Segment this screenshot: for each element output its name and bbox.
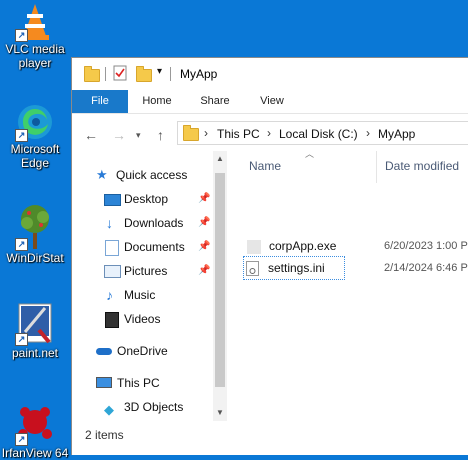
tab-share[interactable]: Share <box>190 90 240 113</box>
nav-documents[interactable]: Documents 📌 <box>104 236 214 258</box>
address-row: ← → ▾ ↑ › This PC › Local Disk (C:) › My… <box>72 114 468 152</box>
pin-icon: 📌 <box>198 193 211 204</box>
nav-music[interactable]: ♪ Music <box>104 284 214 306</box>
nav-videos[interactable]: Videos <box>104 308 214 330</box>
nav-onedrive[interactable]: OneDrive <box>96 340 216 362</box>
divider <box>105 67 106 81</box>
desktop-icon-edge[interactable]: ↗ Microsoft Edge <box>0 102 70 170</box>
column-name[interactable]: Name <box>249 159 281 173</box>
desktop-icon-paint[interactable]: ↗ paint.net <box>0 300 70 360</box>
window-title: MyApp <box>180 67 218 81</box>
list-header: ︿ Name Date modified <box>232 149 468 183</box>
chevron-right-icon: › <box>267 126 271 140</box>
nav-3d-objects[interactable]: ◆ 3D Objects <box>104 396 214 418</box>
tree-icon: ↗ <box>15 203 55 251</box>
new-folder-icon[interactable] <box>136 66 152 82</box>
column-date-modified[interactable]: Date modified <box>385 159 459 173</box>
desktop-icon-irfanview[interactable]: ↗ IrfanView 64 <box>0 400 70 460</box>
pin-icon: 📌 <box>198 241 211 252</box>
desktop-icon-vlc[interactable]: ↗ VLC media player <box>0 2 70 70</box>
navigation-pane: ★ Quick access Desktop 📌 ↓ Downloads 📌 D… <box>72 151 230 431</box>
up-arrow-icon[interactable]: ↑ <box>157 127 164 143</box>
column-divider[interactable] <box>376 151 377 183</box>
vlc-cone-icon: ↗ <box>15 2 55 42</box>
address-bar[interactable]: › This PC › Local Disk (C:) › MyApp <box>177 121 468 145</box>
back-arrow-icon[interactable]: ← <box>84 127 98 143</box>
desktop-icon-label: VLC media <box>5 42 65 56</box>
properties-icon[interactable] <box>113 65 127 84</box>
desktop-icon-label: paint.net <box>11 346 59 360</box>
ribbon: File Home Share View <box>72 90 468 114</box>
computer-icon <box>96 377 112 388</box>
explorer-window: ▾ MyApp File Home Share View ← → ▾ ↑ › T… <box>71 57 468 455</box>
file-row-corpapp[interactable]: corpApp.exe 6/20/2023 1:00 P <box>245 235 468 257</box>
chevron-right-icon: › <box>204 126 208 140</box>
desktop-icon-windirstat[interactable]: ↗ WinDirStat <box>0 203 70 265</box>
scroll-down-icon[interactable]: ▼ <box>216 408 224 417</box>
desktop-icon-label: Microsoft <box>10 142 60 156</box>
desktop-icon-label: IrfanView 64 <box>1 446 69 460</box>
download-arrow-icon: ↓ <box>106 215 113 231</box>
folder-icon <box>183 125 199 141</box>
shortcut-arrow-icon: ↗ <box>15 433 28 446</box>
recent-locations-chevron-icon[interactable]: ▾ <box>136 130 141 141</box>
shortcut-arrow-icon: ↗ <box>15 238 28 251</box>
pin-icon: 📌 <box>198 265 211 276</box>
folder-icon <box>84 66 100 82</box>
desktop-icon-label: WinDirStat <box>6 251 64 265</box>
nav-scrollbar[interactable]: ▲ ▼ <box>213 151 227 421</box>
sort-ascending-icon: ︿ <box>305 149 315 159</box>
breadcrumb-local-disk[interactable]: Local Disk (C:) <box>279 127 358 141</box>
cloud-icon <box>96 348 112 355</box>
breadcrumb-myapp[interactable]: MyApp <box>378 127 415 141</box>
forward-arrow-icon[interactable]: → <box>112 127 126 143</box>
pin-icon: 📌 <box>198 217 211 228</box>
documents-icon <box>105 240 119 256</box>
file-list: ︿ Name Date modified corpApp.exe 6/20/20… <box>232 149 468 431</box>
exe-file-icon <box>247 240 261 254</box>
shortcut-arrow-icon: ↗ <box>15 129 28 142</box>
scroll-up-icon[interactable]: ▲ <box>216 154 224 163</box>
nav-this-pc[interactable]: This PC <box>96 372 216 394</box>
scrollbar-thumb[interactable] <box>215 173 225 387</box>
shortcut-arrow-icon: ↗ <box>15 29 28 42</box>
breadcrumb-this-pc[interactable]: This PC <box>217 127 260 141</box>
nav-desktop[interactable]: Desktop 📌 <box>104 188 214 210</box>
customize-quick-access-icon[interactable]: ▾ <box>157 66 162 77</box>
status-bar-count: 2 items <box>85 428 124 442</box>
title-bar: ▾ MyApp <box>72 58 468 90</box>
music-note-icon: ♪ <box>106 287 113 303</box>
desktop-icon-label: Edge <box>20 156 50 170</box>
pictures-icon <box>104 265 121 278</box>
film-icon <box>105 312 119 328</box>
star-icon: ★ <box>96 167 108 182</box>
shortcut-arrow-icon: ↗ <box>15 333 28 346</box>
desktop-icon <box>104 194 121 206</box>
file-row-settings-date: 2/14/2024 6:46 P <box>384 262 468 274</box>
paint-net-icon: ↗ <box>15 300 55 346</box>
edge-icon: ↗ <box>15 102 55 142</box>
cube-icon: ◆ <box>104 402 114 417</box>
chevron-right-icon: › <box>366 126 370 140</box>
nav-downloads[interactable]: ↓ Downloads 📌 <box>104 212 214 234</box>
irfanview-icon: ↗ <box>15 400 55 446</box>
nav-pictures[interactable]: Pictures 📌 <box>104 260 214 282</box>
desktop-icon-label: player <box>18 56 52 70</box>
tab-view[interactable]: View <box>247 90 297 113</box>
tab-home[interactable]: Home <box>132 90 182 113</box>
tab-file[interactable]: File <box>72 90 128 113</box>
divider <box>170 67 171 81</box>
